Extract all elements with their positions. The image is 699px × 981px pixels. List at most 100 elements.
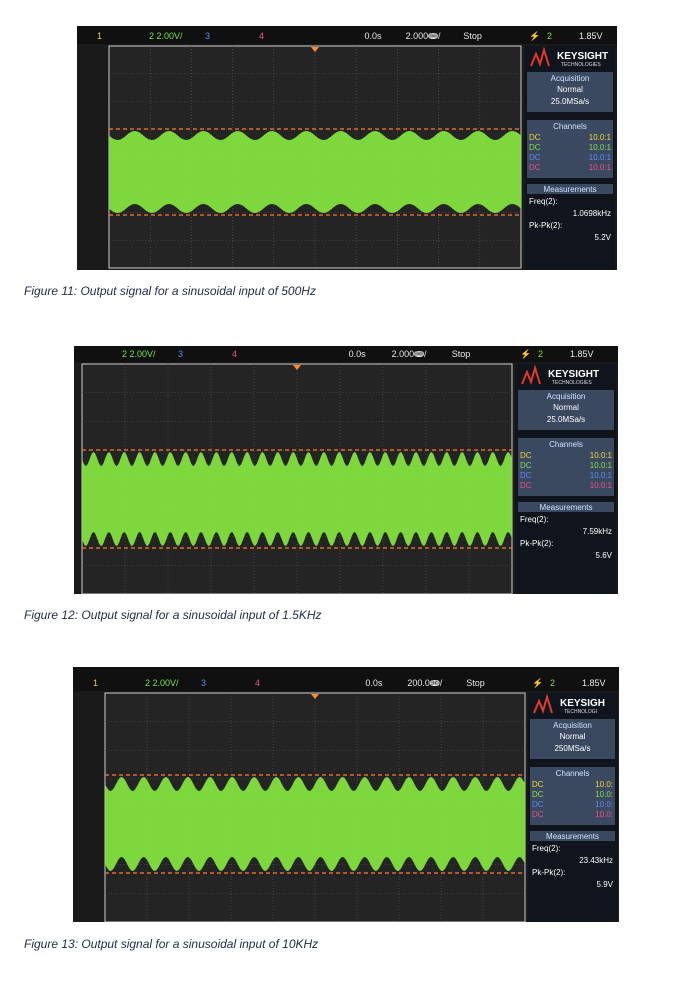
signal-trace bbox=[105, 777, 525, 871]
acquisition-mode: Normal bbox=[557, 85, 583, 94]
delay-readout: 0.0s bbox=[364, 31, 382, 41]
figure-caption: Figure 11: Output signal for a sinusoida… bbox=[24, 284, 316, 298]
timebase-readout: 200.0ↈ/ bbox=[407, 678, 442, 688]
channel-coupling: DC bbox=[532, 790, 544, 799]
side-panel: KEYSIGHTTECHNOLOGIES Acquisition Normal 25.… bbox=[525, 46, 615, 270]
channel-coupling: DC bbox=[520, 451, 532, 460]
timebase-readout: 2.000ↈ/ bbox=[406, 31, 441, 41]
acquisition-title: Acquisition bbox=[551, 74, 590, 83]
measurements-title: Measurements bbox=[540, 503, 593, 512]
oscilloscope-photo: 1 2 2.00V/3 4 0.0s 2.000ↈ/Stop ⚡ 2 1.85V KEYSIGH… bbox=[77, 26, 617, 270]
channel-1-label: 1 bbox=[97, 31, 102, 41]
frequency-label: Freq(2): bbox=[532, 844, 560, 853]
channel-coupling: DC bbox=[532, 780, 544, 789]
channels-title: Channels bbox=[549, 440, 583, 449]
oscilloscope-screen: 1 2 2.00V/3 4 0.0s 200.0ↈ/Stop ⚡ 2 1.85V KEYSIGH… bbox=[73, 667, 619, 922]
brand-subtitle: TECHNOLOGI bbox=[564, 709, 597, 715]
trigger-channel: 2 bbox=[538, 349, 543, 359]
oscilloscope-screen: 2 2.00V/3 4 0.0s 2.000ↈ/Stop ⚡ 2 1.85V KEYSIGHT… bbox=[74, 346, 618, 594]
acquisition-rate: 25.0MSa/s bbox=[547, 415, 585, 424]
channel-3-label: 3 bbox=[201, 678, 206, 688]
channel-probe-ratio: 10.0:1 bbox=[590, 471, 613, 480]
oscilloscope-photo: 2 2.00V/3 4 0.0s 2.000ↈ/Stop ⚡ 2 1.85V KEYSIGHT… bbox=[74, 346, 618, 594]
figure-caption: Figure 12: Output signal for a sinusoida… bbox=[24, 608, 322, 622]
pkpk-value: 5.6V bbox=[596, 551, 613, 560]
acquisition-mode: Normal bbox=[553, 403, 579, 412]
pkpk-label: Pk-Pk(2): bbox=[532, 868, 565, 877]
figure-caption: Figure 13: Output signal for a sinusoida… bbox=[24, 937, 319, 951]
pkpk-label: Pk-Pk(2): bbox=[529, 221, 562, 230]
channel-probe-ratio: 10.0:1 bbox=[589, 133, 612, 142]
measurements-title: Measurements bbox=[546, 832, 599, 841]
channel-probe-ratio: 10.0:1 bbox=[589, 163, 612, 172]
channel-coupling: DC bbox=[532, 800, 544, 809]
channel-1-label: 1 bbox=[93, 678, 98, 688]
run-state: Stop bbox=[452, 349, 471, 359]
delay-readout: 0.0s bbox=[349, 349, 367, 359]
delay-readout: 0.0s bbox=[365, 678, 383, 688]
trigger-channel: 2 bbox=[550, 678, 555, 688]
frequency-label: Freq(2): bbox=[529, 197, 557, 206]
frequency-label: Freq(2): bbox=[520, 515, 548, 524]
channel-coupling: DC bbox=[529, 163, 541, 172]
acquisition-title: Acquisition bbox=[553, 721, 592, 730]
channel-4-label: 4 bbox=[259, 31, 264, 41]
channel-coupling: DC bbox=[520, 461, 532, 470]
timebase-readout: 2.000ↈ/ bbox=[392, 349, 427, 359]
acquisition-title: Acquisition bbox=[547, 392, 586, 401]
channel-probe-ratio: 10.0: bbox=[595, 780, 613, 789]
channel-probe-ratio: 10.0:1 bbox=[590, 451, 613, 460]
channel-probe-ratio: 10.0: bbox=[595, 790, 613, 799]
trigger-channel: 2 bbox=[547, 31, 552, 41]
channel-3-label: 3 bbox=[205, 31, 210, 41]
channel-coupling: DC bbox=[520, 481, 532, 490]
channel-probe-ratio: 10.0:1 bbox=[589, 143, 612, 152]
trigger-icon: ⚡ bbox=[532, 677, 543, 689]
channel-coupling: DC bbox=[529, 143, 541, 152]
pkpk-value: 5.2V bbox=[595, 233, 612, 242]
brand-name: KEYSIGH bbox=[560, 698, 605, 709]
run-state: Stop bbox=[466, 678, 485, 688]
side-panel: KEYSIGHTTECHNOLOGIES Acquisition Normal 25.… bbox=[516, 364, 616, 594]
channel-coupling: DC bbox=[529, 153, 541, 162]
channel-2-scale: 2 2.00V/ bbox=[149, 31, 183, 41]
channel-2-scale: 2 2.00V/ bbox=[145, 678, 179, 688]
channel-4-label: 4 bbox=[255, 678, 260, 688]
channel-probe-ratio: 10.0:1 bbox=[590, 481, 613, 490]
channels-title: Channels bbox=[556, 769, 590, 778]
channel-probe-ratio: 10.0: bbox=[595, 810, 613, 819]
trigger-level: 1.85V bbox=[582, 678, 606, 688]
acquisition-rate: 250MSa/s bbox=[554, 744, 590, 753]
trigger-level: 1.85V bbox=[570, 349, 594, 359]
trigger-icon: ⚡ bbox=[529, 30, 540, 42]
brand-name: KEYSIGHT bbox=[548, 369, 599, 380]
brand-subtitle: TECHNOLOGIES bbox=[561, 62, 601, 68]
acquisition-rate: 25.0MSa/s bbox=[551, 97, 589, 106]
channel-probe-ratio: 10.0:1 bbox=[590, 461, 613, 470]
frequency-value: 7.59kHz bbox=[583, 527, 612, 536]
run-state: Stop bbox=[463, 31, 482, 41]
frequency-value: 23.43kHz bbox=[579, 856, 613, 865]
channels-title: Channels bbox=[553, 122, 587, 131]
pkpk-label: Pk-Pk(2): bbox=[520, 539, 553, 548]
brand-subtitle: TECHNOLOGIES bbox=[552, 380, 592, 386]
trigger-level: 1.85V bbox=[579, 31, 603, 41]
channel-coupling: DC bbox=[529, 133, 541, 142]
side-panel: KEYSIGHTECHNOLOGI Acquisition Normal 250MSa… bbox=[528, 693, 617, 922]
channel-4-label: 4 bbox=[232, 349, 237, 359]
channel-3-label: 3 bbox=[178, 349, 183, 359]
channel-2-scale: 2 2.00V/ bbox=[122, 349, 156, 359]
measurements-title: Measurements bbox=[544, 185, 597, 194]
oscilloscope-photo: 1 2 2.00V/3 4 0.0s 200.0ↈ/Stop ⚡ 2 1.85V KEYSIGH… bbox=[73, 667, 619, 922]
acquisition-mode: Normal bbox=[560, 732, 586, 741]
channel-coupling: DC bbox=[520, 471, 532, 480]
channel-probe-ratio: 10.0:1 bbox=[589, 153, 612, 162]
trigger-icon: ⚡ bbox=[520, 348, 531, 360]
channel-probe-ratio: 10.0: bbox=[595, 800, 613, 809]
channel-coupling: DC bbox=[532, 810, 544, 819]
signal-trace bbox=[109, 131, 521, 213]
frequency-value: 1.0698kHz bbox=[573, 209, 611, 218]
pkpk-value: 5.9V bbox=[597, 880, 614, 889]
oscilloscope-screen: 1 2 2.00V/3 4 0.0s 2.000ↈ/Stop ⚡ 2 1.85V KEYSIGH… bbox=[77, 26, 617, 270]
signal-trace bbox=[82, 452, 512, 546]
